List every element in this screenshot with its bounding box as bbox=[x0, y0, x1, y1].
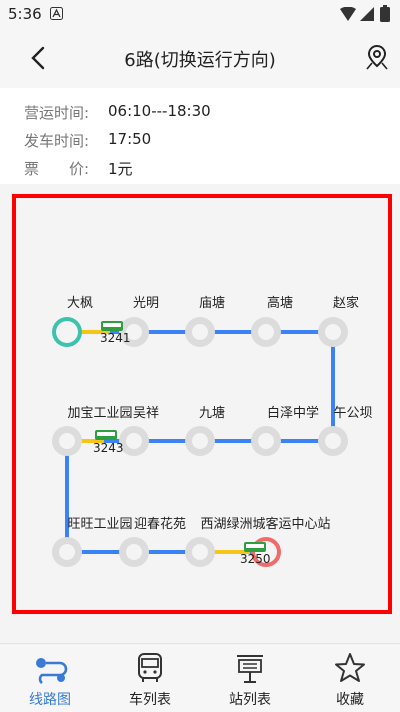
stop-name: 吴祥 bbox=[132, 406, 160, 421]
stop-name: 光明 bbox=[132, 296, 160, 311]
route-stop[interactable] bbox=[318, 317, 348, 347]
stop-name: 白泽中学 bbox=[266, 406, 320, 421]
bus-window bbox=[97, 432, 115, 436]
bus-marker-icon[interactable] bbox=[101, 321, 123, 331]
bus-number: 3243 bbox=[93, 441, 124, 455]
tab-stop-list[interactable]: 站列表 bbox=[200, 644, 300, 712]
stop-name: 西湖绿洲城 bbox=[200, 517, 266, 532]
stop-center bbox=[126, 433, 142, 449]
stop-center bbox=[258, 433, 274, 449]
stop-center bbox=[56, 321, 78, 343]
stop-name: 客运中心站 bbox=[265, 517, 331, 532]
route-stop[interactable] bbox=[52, 317, 82, 347]
stop-name: 加宝工业园 bbox=[67, 406, 133, 421]
route-stop[interactable] bbox=[318, 426, 348, 456]
stop-name: 庙塘 bbox=[198, 296, 226, 311]
tab-label: 站列表 bbox=[229, 692, 271, 708]
stop-center bbox=[192, 324, 208, 340]
route-stop[interactable] bbox=[119, 537, 149, 567]
stop-center bbox=[59, 433, 75, 449]
stop-center bbox=[258, 324, 274, 340]
stop-name: 赵家 bbox=[332, 296, 360, 311]
bus-number: 3241 bbox=[100, 331, 131, 345]
stop-name: 九塘 bbox=[198, 406, 226, 421]
bus-window bbox=[103, 323, 121, 327]
route-stop[interactable] bbox=[185, 426, 215, 456]
stop-name: 迎春花苑 bbox=[133, 517, 187, 532]
stop-name: 午公坝 bbox=[333, 406, 373, 421]
tab-favorites[interactable]: 收藏 bbox=[300, 644, 400, 712]
stop-center bbox=[325, 324, 341, 340]
stop-name: 旺旺工业园 bbox=[67, 517, 133, 532]
stop-center bbox=[59, 544, 75, 560]
stop-center bbox=[126, 544, 142, 560]
stop-name: 高塘 bbox=[266, 296, 294, 311]
tab-route-map[interactable]: 线路图 bbox=[0, 644, 100, 712]
route-stop[interactable] bbox=[185, 537, 215, 567]
tab-label: 收藏 bbox=[336, 692, 364, 708]
star-icon bbox=[335, 653, 365, 682]
bus-stop-icon bbox=[237, 655, 263, 683]
bottom-tab-bar: 线路图 车列表 站列表 收藏 bbox=[0, 643, 400, 712]
route-stop[interactable] bbox=[185, 317, 215, 347]
bus-icon bbox=[138, 653, 162, 682]
route-map: 3241 3243 3250 bbox=[52, 317, 348, 567]
route-map-icon bbox=[36, 658, 68, 684]
stop-center bbox=[192, 544, 208, 560]
stop-center bbox=[325, 433, 341, 449]
stop-center bbox=[192, 433, 208, 449]
stop-name: 大枫 bbox=[66, 296, 94, 311]
tab-label: 线路图 bbox=[29, 692, 71, 708]
bus-number: 3250 bbox=[240, 552, 271, 566]
tab-bus-list[interactable]: 车列表 bbox=[100, 644, 200, 712]
bus-marker-icon[interactable] bbox=[95, 430, 117, 440]
bus-window bbox=[246, 544, 264, 548]
route-stop[interactable] bbox=[52, 537, 82, 567]
bus-marker-icon[interactable] bbox=[244, 542, 266, 552]
tab-label: 车列表 bbox=[129, 692, 171, 708]
route-stop[interactable] bbox=[52, 426, 82, 456]
route-stop[interactable] bbox=[251, 317, 281, 347]
route-stop[interactable] bbox=[251, 426, 281, 456]
